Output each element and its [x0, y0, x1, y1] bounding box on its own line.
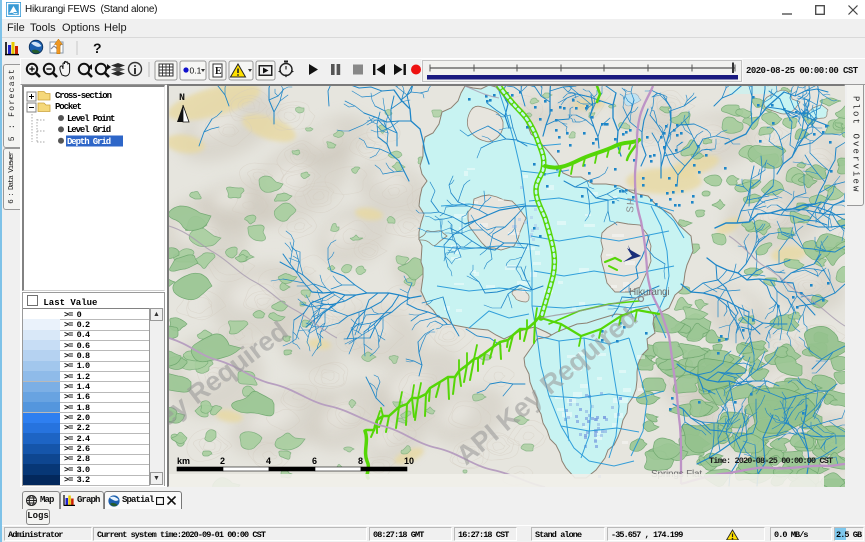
svg-text:8: 8: [358, 456, 363, 466]
svg-text:km: km: [177, 456, 190, 466]
svg-text:4: 4: [266, 456, 271, 466]
svg-text:Time: 2020-08-25 00:00:00 CST: Time: 2020-08-25 00:00:00 CST: [709, 456, 833, 466]
svg-text:10: 10: [404, 456, 414, 466]
svg-text:?: ?: [93, 40, 102, 56]
svg-text:Hikurangi: Hikurangi: [629, 287, 669, 298]
svg-text:N: N: [179, 93, 185, 104]
svg-text:SH 1: SH 1: [625, 186, 638, 213]
svg-text:2: 2: [220, 456, 225, 466]
svg-text:0.1: 0.1: [190, 66, 202, 76]
svg-text:6: 6: [312, 456, 317, 466]
svg-text:E: E: [215, 66, 222, 77]
